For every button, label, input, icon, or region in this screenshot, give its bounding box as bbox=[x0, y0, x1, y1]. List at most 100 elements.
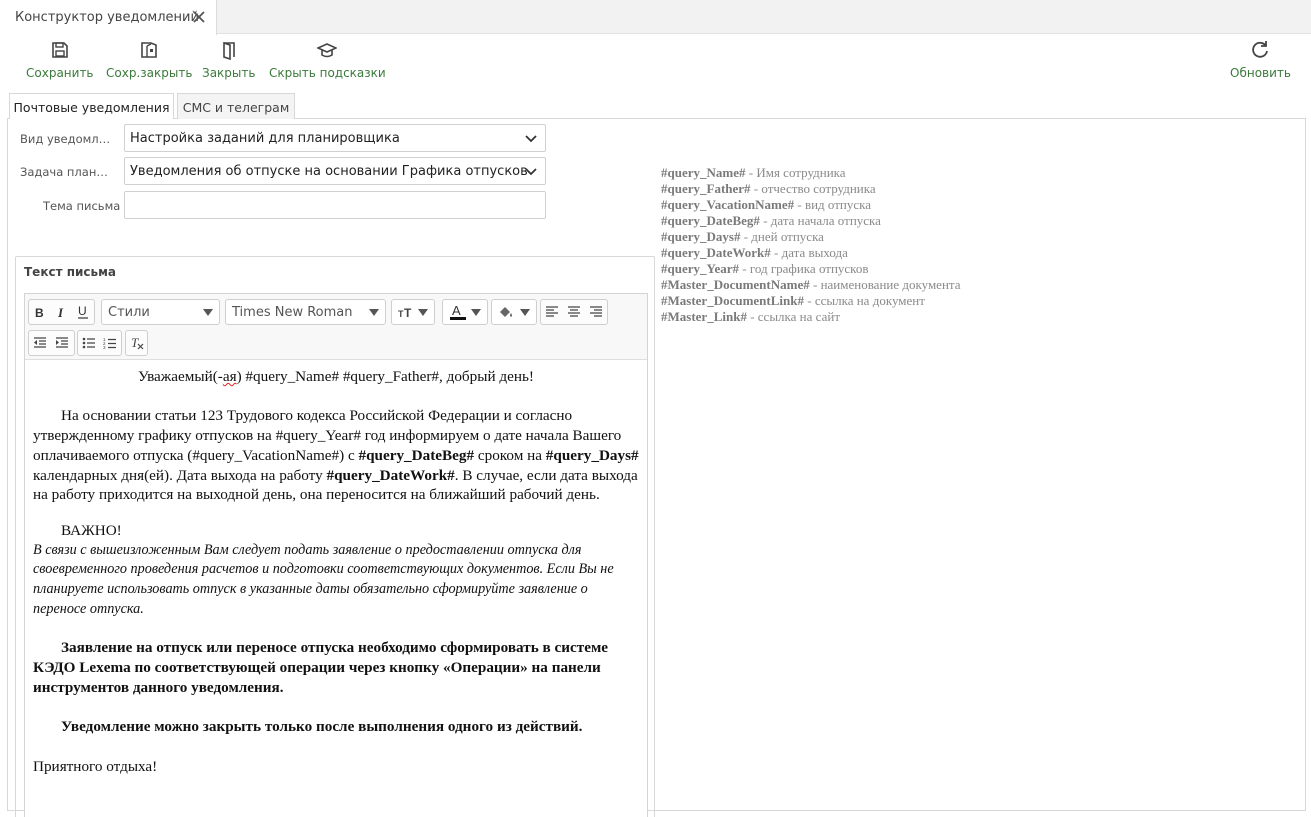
document-tab[interactable]: Конструктор уведомлений bbox=[0, 0, 217, 35]
clear-format-button[interactable]: T bbox=[126, 331, 147, 355]
hint-row: #Master_DocumentName# - наименование док… bbox=[661, 277, 961, 293]
bullet-list-icon bbox=[82, 337, 95, 349]
numbered-list-icon: 123 bbox=[103, 337, 117, 350]
bullet-list-button[interactable] bbox=[78, 331, 100, 355]
hide-hints-label: Скрыть подсказки bbox=[269, 66, 386, 80]
tab-sms-telegram[interactable]: СМС и телеграм bbox=[177, 93, 295, 120]
date-work-token: #query_DateWork# bbox=[326, 466, 455, 484]
editor-toolbar: B I U Стили Times New Roman T T A 1 2 3 … bbox=[25, 294, 647, 360]
tab-bar: Почтовые уведомления СМС и телеграм bbox=[7, 90, 1306, 121]
bold-paragraph-1: Заявление на отпуск или переносе отпуска… bbox=[33, 639, 609, 696]
hint-desc: - дней отпуска bbox=[740, 229, 824, 244]
styles-dropdown[interactable]: Стили bbox=[101, 299, 220, 325]
notification-type-value: Настройка заданий для планировщика bbox=[130, 130, 400, 146]
days-token: #query_Days# bbox=[545, 446, 639, 464]
important-heading: ВАЖНО! bbox=[61, 521, 122, 539]
refresh-icon bbox=[1252, 41, 1269, 58]
editor-content[interactable]: Уважаемый(-ая) #query_Name# #query_Fathe… bbox=[25, 361, 647, 817]
svg-text:3: 3 bbox=[103, 345, 106, 350]
hint-row: #query_Days# - дней отпуска bbox=[661, 229, 961, 245]
placeholder-hints: #query_Name# - Имя сотрудника #query_Fat… bbox=[661, 165, 961, 325]
hint-desc: - Имя сотрудника bbox=[745, 165, 846, 180]
font-size-dropdown[interactable]: TT bbox=[391, 299, 435, 325]
document-tab-title: Конструктор уведомлений bbox=[15, 10, 199, 25]
save-icon bbox=[51, 42, 68, 58]
bold-paragraph-2: Уведомление можно закрыть только после в… bbox=[61, 718, 583, 736]
graduation-cap-icon bbox=[317, 43, 338, 58]
bold-icon: B bbox=[35, 306, 44, 318]
hint-row: #Master_DocumentLink# - ссылка на докуме… bbox=[661, 293, 961, 309]
bold-button[interactable]: B bbox=[29, 300, 51, 324]
indent-button[interactable] bbox=[51, 331, 73, 355]
caret-down-icon bbox=[520, 309, 530, 316]
italic-button[interactable]: I bbox=[51, 300, 73, 324]
indent-icon bbox=[56, 337, 68, 348]
hint-row: #query_DateWork# - дата выхода bbox=[661, 245, 961, 261]
hint-desc: - дата выхода bbox=[770, 245, 848, 260]
hint-key: #Master_DocumentLink# bbox=[661, 293, 804, 308]
hint-desc: - ссылка на сайт bbox=[746, 309, 840, 324]
hint-key: #query_VacationName# bbox=[661, 197, 795, 212]
svg-text:U: U bbox=[78, 305, 87, 318]
font-family-value: Times New Roman bbox=[232, 304, 353, 320]
align-left-button[interactable] bbox=[541, 300, 563, 324]
styles-dropdown-value: Стили bbox=[108, 304, 150, 320]
notification-type-select[interactable]: Настройка заданий для планировщика bbox=[124, 124, 546, 152]
main-toolbar: Сохранить Сохр.закрыть Закрыть Скрыть по… bbox=[0, 35, 1311, 85]
door-icon bbox=[222, 41, 235, 60]
alignment-group bbox=[540, 299, 608, 325]
save-close-button[interactable]: Сохр.закрыть bbox=[106, 40, 192, 82]
hint-key: #Master_Link# bbox=[661, 309, 747, 324]
close-label: Закрыть bbox=[202, 66, 256, 80]
hint-desc: - год графика отпусков bbox=[739, 261, 869, 276]
rich-text-editor: B I U Стили Times New Roman T T A 1 2 3 … bbox=[24, 293, 648, 817]
hint-key: #query_Name# bbox=[661, 165, 746, 180]
closing-line: Приятного отдыха! bbox=[33, 757, 158, 775]
caret-down-icon bbox=[418, 309, 428, 316]
hint-desc: - вид отпуска bbox=[794, 197, 872, 212]
greeting-line: Уважаемый(-ая) #query_Name# #query_Fathe… bbox=[33, 367, 639, 387]
hide-hints-button[interactable]: Скрыть подсказки bbox=[269, 40, 386, 82]
greeting-text-b: ) #query_Name# #query_Father#, добрый де… bbox=[236, 368, 534, 385]
close-button[interactable]: Закрыть bbox=[202, 40, 255, 82]
numbered-list-button[interactable]: 123 bbox=[100, 331, 122, 355]
chevron-down-icon bbox=[525, 135, 537, 143]
hint-row: #query_VacationName# - вид отпуска bbox=[661, 197, 961, 213]
scheduler-task-select[interactable]: Уведомления об отпуске на основании Граф… bbox=[124, 157, 546, 185]
tab-content: Вид уведомления Настройка заданий для пл… bbox=[7, 119, 1306, 817]
font-family-dropdown[interactable]: Times New Roman bbox=[225, 299, 386, 325]
align-left-icon bbox=[546, 306, 558, 317]
underline-button[interactable]: U bbox=[72, 300, 94, 324]
hint-desc: - наименование документа bbox=[809, 277, 961, 292]
greeting-text-a: Уважаемый(- bbox=[138, 368, 223, 385]
hint-row: #query_Name# - Имя сотрудника bbox=[661, 165, 961, 181]
body-text-title: Текст письма bbox=[24, 265, 117, 279]
align-right-icon bbox=[590, 306, 602, 317]
save-label: Сохранить bbox=[26, 66, 94, 80]
hint-key: #query_DateWork# bbox=[661, 245, 771, 260]
main-paragraph: На основании статьи 123 Трудового кодекс… bbox=[33, 406, 639, 505]
underline-icon: U bbox=[78, 305, 89, 319]
chevron-down-icon bbox=[525, 168, 537, 176]
font-color-dropdown[interactable]: A bbox=[442, 299, 488, 325]
outdent-icon bbox=[34, 337, 46, 348]
align-right-button[interactable] bbox=[585, 300, 607, 324]
refresh-button[interactable]: Обновить bbox=[1230, 40, 1291, 82]
scheduler-task-label: Задача планировщика bbox=[20, 165, 114, 179]
background-color-dropdown[interactable] bbox=[491, 299, 537, 325]
align-center-button[interactable] bbox=[563, 300, 585, 324]
caret-down-icon bbox=[203, 309, 213, 316]
save-button[interactable]: Сохранить bbox=[26, 40, 94, 82]
outdent-button[interactable] bbox=[29, 331, 51, 355]
tab-email[interactable]: Почтовые уведомления bbox=[9, 93, 174, 121]
subject-input[interactable] bbox=[124, 191, 546, 219]
notification-type-label: Вид уведомления bbox=[20, 132, 114, 146]
italic-icon: I bbox=[57, 306, 64, 318]
clear-format-icon: T bbox=[131, 336, 143, 350]
align-center-icon bbox=[568, 306, 580, 317]
caret-down-icon bbox=[369, 309, 379, 316]
close-icon[interactable] bbox=[192, 10, 206, 24]
paint-bucket-icon bbox=[500, 307, 512, 317]
